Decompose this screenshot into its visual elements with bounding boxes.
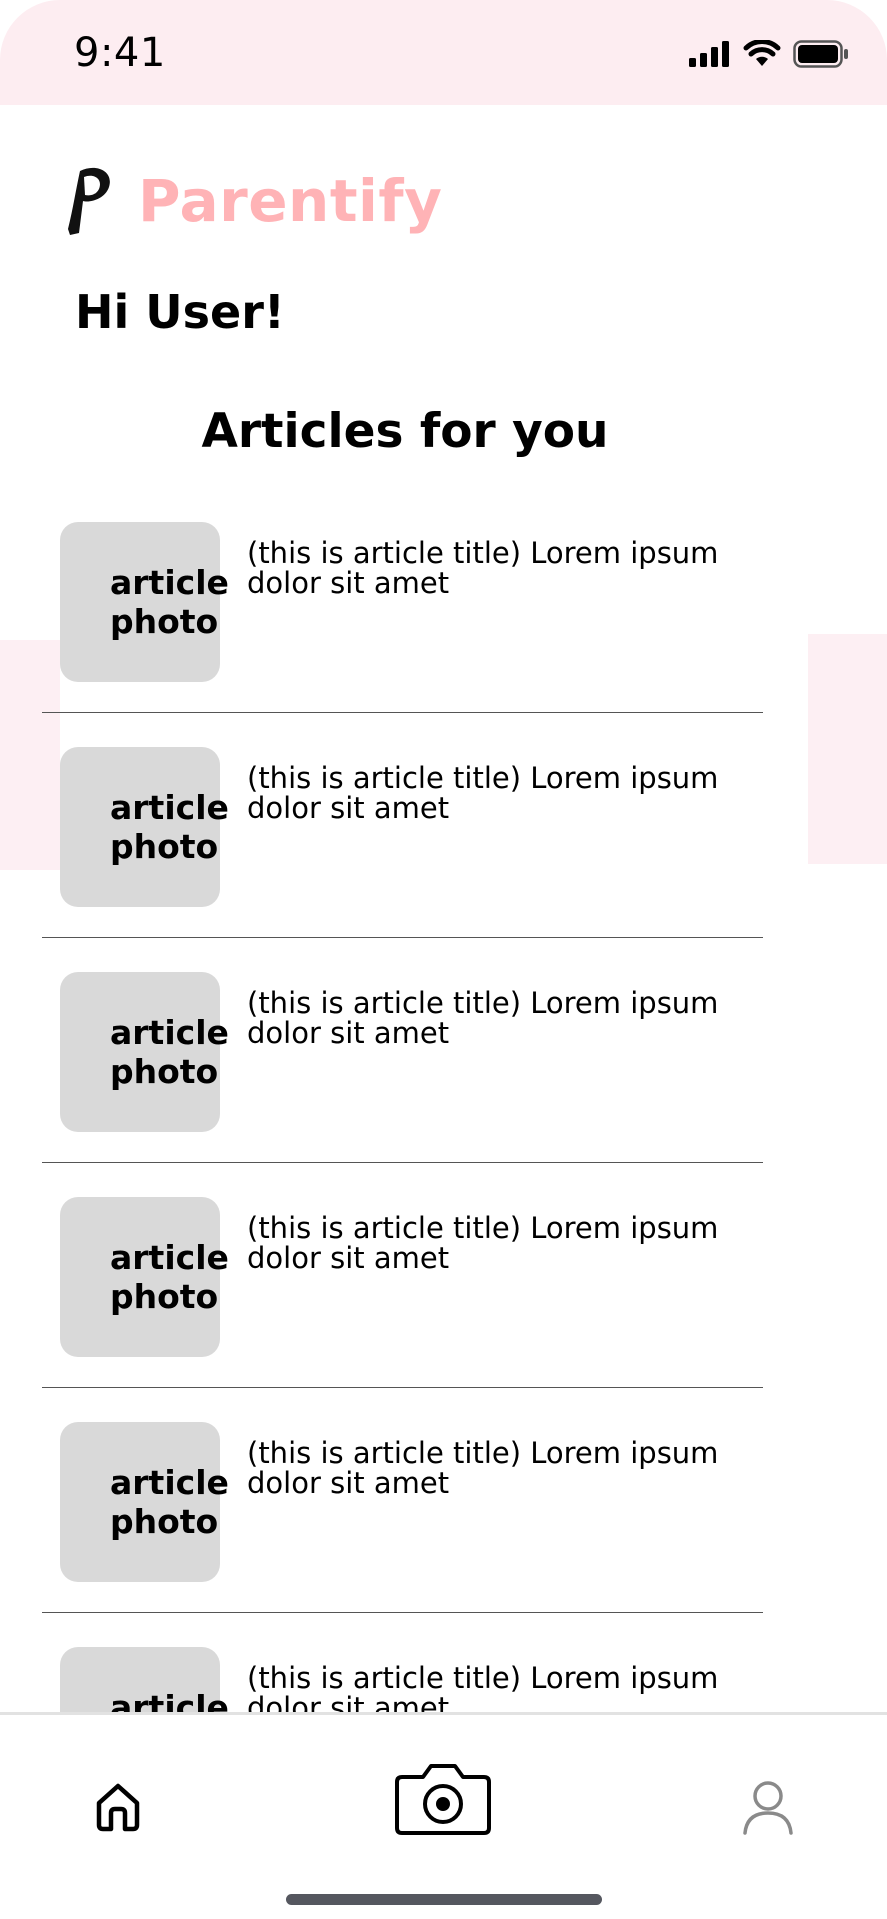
- article-photo-label-line1: article: [110, 788, 229, 827]
- article-card[interactable]: articlephoto (this is article title) Lor…: [42, 747, 763, 972]
- article-title: (this is article title) Lorem ipsum dolo…: [247, 1661, 719, 1712]
- home-indicator[interactable]: [286, 1894, 602, 1905]
- article-card[interactable]: articlephoto (this is article title) Lor…: [42, 1197, 763, 1422]
- article-card[interactable]: articlephoto (this is article title) Lor…: [42, 522, 763, 747]
- article-photo-label-line1: article: [110, 563, 229, 602]
- article-photo-label-line2: photo: [110, 1502, 219, 1541]
- divider: [42, 1162, 763, 1163]
- article-photo-label-line2: photo: [110, 602, 219, 641]
- article-card[interactable]: articlephoto (this is article title) Lor…: [42, 972, 763, 1197]
- article-photo-label-line1: article: [110, 1688, 229, 1712]
- article-photo: articlephoto: [60, 747, 229, 907]
- article-title: (this is article title) Lorem ipsum dolo…: [247, 1436, 719, 1500]
- article-photo: articlephoto: [60, 1422, 229, 1582]
- article-card[interactable]: articlephoto (this is article title) Lor…: [42, 1647, 763, 1712]
- article-card[interactable]: articlephoto (this is article title) Lor…: [42, 1422, 763, 1647]
- divider: [42, 712, 763, 713]
- divider: [42, 937, 763, 938]
- article-title: (this is article title) Lorem ipsum dolo…: [247, 761, 719, 825]
- article-photo-label-line1: article: [110, 1238, 229, 1277]
- article-title: (this is article title) Lorem ipsum dolo…: [247, 536, 719, 600]
- app-screen: 9:41 Parentify Hi User! Articles for you…: [0, 0, 887, 1919]
- article-photo-label-line1: article: [110, 1463, 229, 1502]
- divider: [42, 1387, 763, 1388]
- article-photo-label-line2: photo: [110, 1052, 219, 1091]
- bottom-tab-bar: [0, 1712, 887, 1919]
- article-photo-label-line1: article: [110, 1013, 229, 1052]
- tab-camera[interactable]: [388, 1749, 498, 1849]
- article-photo: articlephoto: [60, 522, 229, 682]
- camera-icon: [395, 1764, 491, 1835]
- divider: [42, 1612, 763, 1613]
- article-photo-label-line2: photo: [110, 1277, 219, 1316]
- article-title: (this is article title) Lorem ipsum dolo…: [247, 1211, 719, 1275]
- home-icon: [96, 1783, 140, 1832]
- article-photo-label-line2: photo: [110, 827, 219, 866]
- article-title: (this is article title) Lorem ipsum dolo…: [247, 986, 719, 1050]
- article-photo: articlephoto: [60, 1197, 229, 1357]
- article-photo: articlephoto: [60, 1647, 229, 1712]
- profile-icon: [743, 1781, 793, 1835]
- article-list: article photo (this is article title) Lor…: [0, 0, 887, 1712]
- tab-home[interactable]: [78, 1767, 158, 1847]
- article-photo: articlephoto: [60, 972, 229, 1132]
- tab-profile[interactable]: [728, 1767, 808, 1847]
